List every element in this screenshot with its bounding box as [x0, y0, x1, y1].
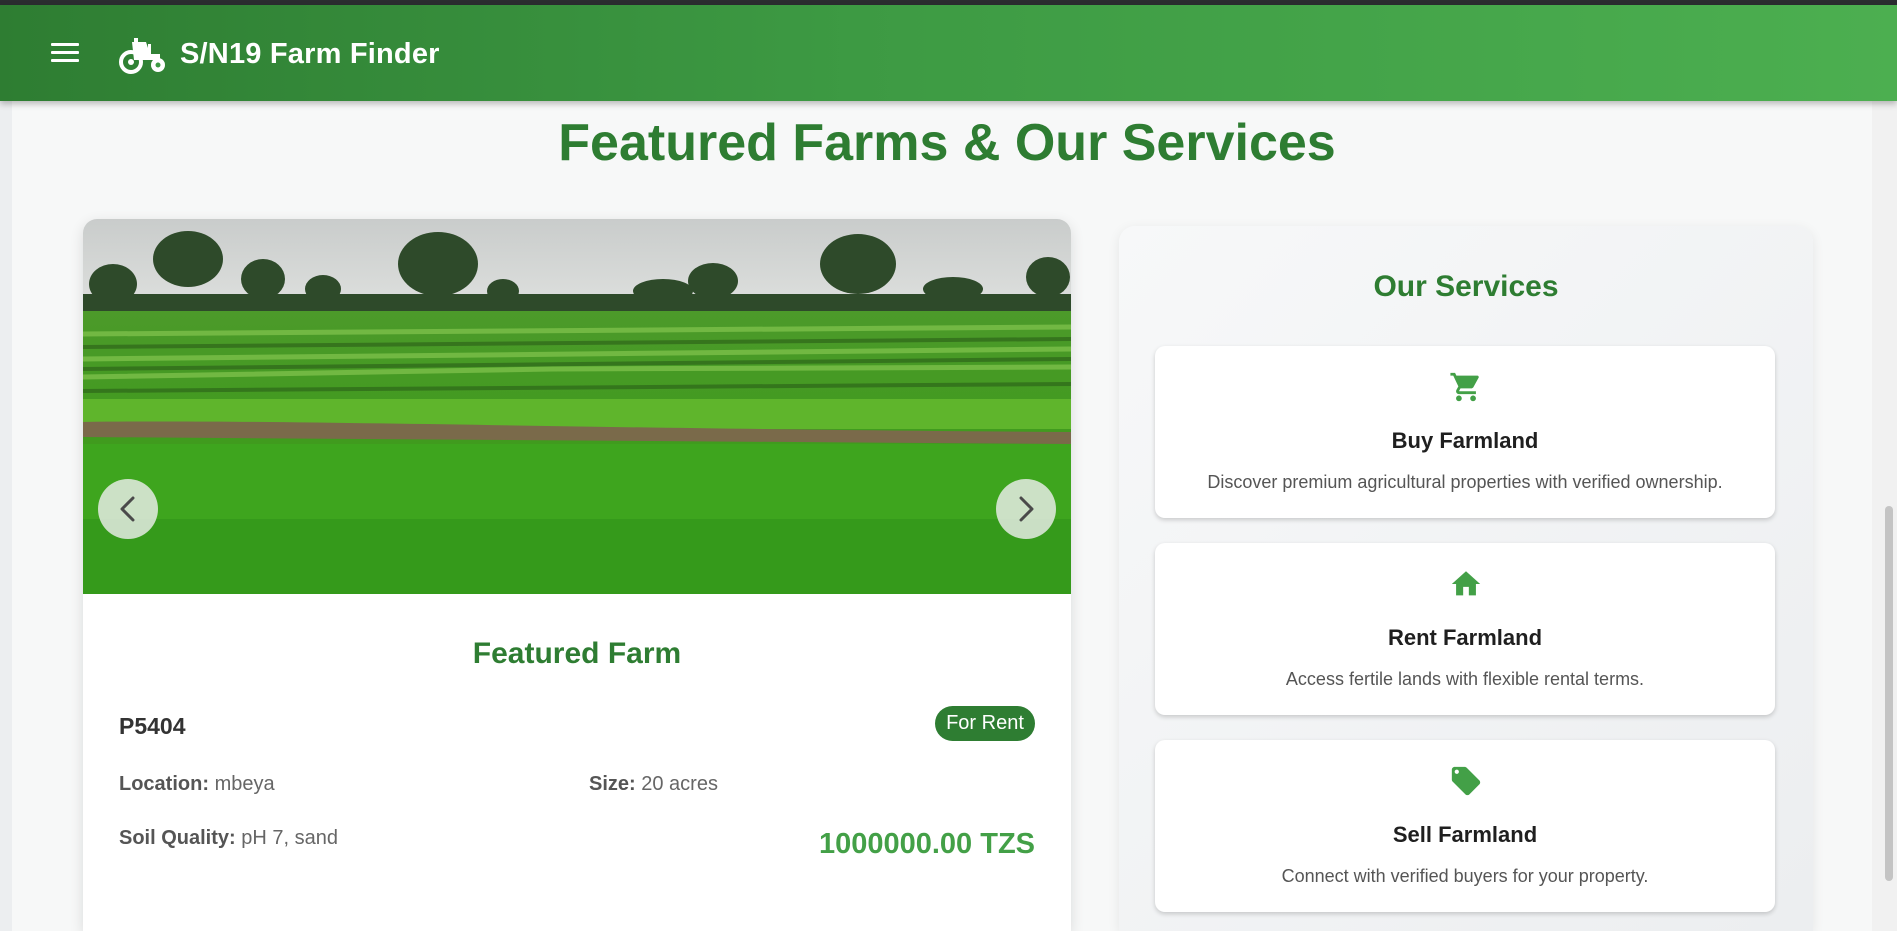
service-description: Connect with verified buyers for your pr… — [1281, 866, 1649, 886]
services-title: Our Services — [1373, 270, 1559, 303]
carousel-next-button[interactable] — [996, 479, 1056, 539]
chevron-left-icon — [120, 496, 135, 522]
location-value: mbeya — [214, 773, 275, 795]
soil-value: pH 7, sand — [241, 827, 338, 849]
size-field: Size: 20 acres — [589, 773, 718, 796]
app-bar: S/N19 Farm Finder — [0, 5, 1897, 101]
carousel-prev-button[interactable] — [98, 479, 158, 539]
chevron-right-icon — [1019, 496, 1034, 522]
section-title: Featured Farms & Our Services — [558, 114, 1336, 172]
scrollbar-thumb[interactable] — [1885, 506, 1893, 881]
status-badge: For Rent — [935, 706, 1035, 741]
tag-icon — [1451, 766, 1481, 796]
services-panel: Our Services Buy Farmland Discover premi… — [1119, 226, 1813, 931]
size-value: 20 acres — [641, 773, 718, 795]
location-field: Location: mbeya — [119, 773, 275, 796]
menu-icon — [51, 43, 79, 46]
app-title: S/N19 Farm Finder — [180, 38, 440, 70]
farm-price: 1000000.00 TZS — [818, 828, 1035, 860]
featured-farm-card: Featured Farm P5404 For Rent Location: m… — [83, 219, 1071, 931]
soil-label: Soil Quality: — [119, 827, 236, 849]
menu-button[interactable] — [48, 39, 82, 67]
home-icon — [1451, 571, 1481, 596]
service-name: Sell Farmland — [1392, 822, 1538, 847]
featured-farm-heading: Featured Farm — [472, 637, 682, 670]
service-description: Discover premium agricultural properties… — [1207, 472, 1723, 492]
service-name: Buy Farmland — [1391, 428, 1539, 453]
farm-image — [83, 219, 1071, 594]
scrollbar[interactable] — [1872, 101, 1897, 931]
farm-id: P5404 — [119, 713, 186, 739]
service-card-buy[interactable]: Buy Farmland Discover premium agricultur… — [1155, 346, 1775, 518]
service-card-rent[interactable]: Rent Farmland Access fertile lands with … — [1155, 543, 1775, 715]
tractor-icon — [119, 38, 165, 74]
service-card-sell[interactable]: Sell Farmland Connect with verified buye… — [1155, 740, 1775, 912]
service-name: Rent Farmland — [1387, 625, 1543, 650]
cart-icon — [1450, 372, 1479, 402]
service-description: Access fertile lands with flexible renta… — [1285, 669, 1645, 689]
size-label: Size: — [589, 773, 636, 795]
soil-field: Soil Quality: pH 7, sand — [119, 827, 338, 850]
location-label: Location: — [119, 773, 209, 795]
